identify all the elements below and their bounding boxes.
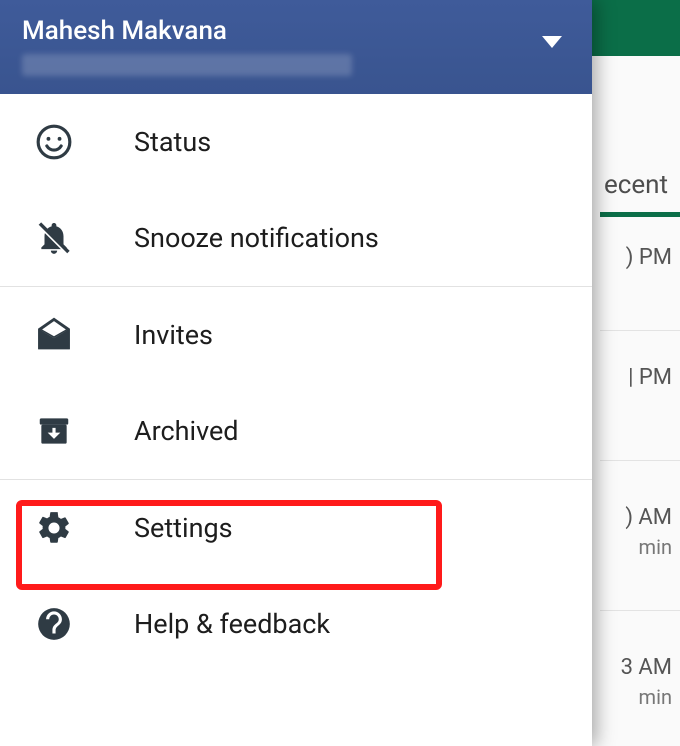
drawer-menu: Status Snooze notifications xyxy=(0,94,592,746)
menu-label: Status xyxy=(134,126,211,158)
menu-item-snooze[interactable]: Snooze notifications xyxy=(0,190,592,286)
bg-row: 3 AM min xyxy=(600,650,680,746)
drawer-header[interactable]: Mahesh Makvana xyxy=(0,0,592,94)
menu-item-settings[interactable]: Settings xyxy=(0,480,592,576)
archive-icon xyxy=(30,412,78,450)
bg-tab-label: ecent xyxy=(604,170,668,200)
menu-item-help[interactable]: Help & feedback xyxy=(0,576,592,672)
menu-label: Snooze notifications xyxy=(134,222,379,254)
menu-label: Archived xyxy=(134,415,239,447)
chevron-down-icon[interactable] xyxy=(542,36,562,48)
smile-icon xyxy=(30,123,78,161)
account-email-blurred xyxy=(22,54,352,76)
bg-row: ) AM min xyxy=(600,500,680,600)
nav-drawer: Mahesh Makvana Status xyxy=(0,0,592,746)
help-icon xyxy=(30,605,78,643)
gear-icon xyxy=(30,509,78,547)
bell-off-icon xyxy=(30,219,78,257)
bg-row: | PM xyxy=(600,360,680,460)
menu-item-status[interactable]: Status xyxy=(0,94,592,190)
bg-tab-underline xyxy=(600,212,680,217)
envelope-open-icon xyxy=(30,316,78,354)
account-name: Mahesh Makvana xyxy=(22,16,570,46)
menu-item-invites[interactable]: Invites xyxy=(0,287,592,383)
menu-label: Settings xyxy=(134,512,233,544)
menu-label: Help & feedback xyxy=(134,608,330,640)
menu-item-archived[interactable]: Archived xyxy=(0,383,592,479)
menu-label: Invites xyxy=(134,319,213,351)
bg-row: ) PM xyxy=(600,240,680,340)
